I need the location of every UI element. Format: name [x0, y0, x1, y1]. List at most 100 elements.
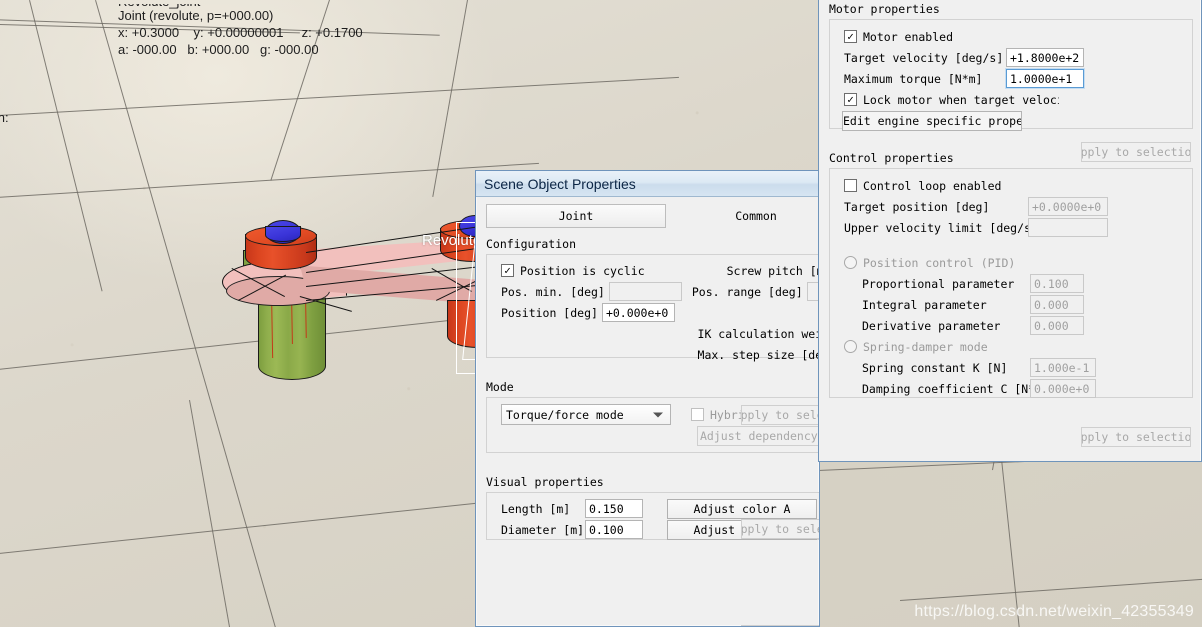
dialog-titlebar[interactable]: Scene Object Properties — [476, 171, 819, 197]
adjust-dependency-button[interactable]: Adjust dependency equation — [697, 425, 819, 446]
maximum-torque-label: Maximum torque [N*m] — [844, 71, 983, 86]
length-input[interactable] — [585, 499, 643, 518]
damping-coefficient-input[interactable] — [1030, 379, 1096, 398]
upper-velocity-limit-label: Upper velocity limit [deg/s] — [844, 220, 1038, 235]
pos-min-input[interactable] — [608, 282, 682, 301]
maximum-torque-input[interactable] — [1006, 69, 1084, 88]
object-label-revolute: Revolute — [422, 232, 482, 249]
row-target-position: Target position [deg] — [844, 196, 1184, 217]
row-spring-damper-radio: Spring-damper mode — [844, 336, 1184, 357]
tab-common[interactable]: Common — [666, 204, 819, 228]
row-proportional: Proportional parameter — [862, 273, 1184, 294]
chevron-down-icon — [653, 412, 663, 417]
target-position-input[interactable] — [1028, 197, 1108, 216]
mode-combo[interactable]: Torque/force mode — [501, 404, 671, 425]
position-is-cyclic-label: Position is cyclic — [520, 263, 645, 278]
position-input[interactable] — [601, 303, 675, 322]
dialog-tab-row[interactable]: Joint Common — [486, 204, 819, 228]
position-is-cyclic-checkbox[interactable]: ✓ — [501, 264, 514, 277]
diameter-input[interactable] — [585, 520, 643, 539]
hud-left-label-1: n: — [0, 48, 9, 68]
row-upper-velocity-limit: Upper velocity limit [deg/s] — [844, 217, 1184, 238]
control-spacer — [838, 238, 1184, 252]
target-position-label: Target position [deg] — [844, 199, 990, 214]
diameter-label: Diameter [m] — [501, 522, 585, 537]
spring-damper-radio[interactable] — [844, 340, 857, 353]
spring-constant-label: Spring constant K [N] — [862, 360, 1008, 375]
row-position: Position [deg] — [501, 302, 819, 323]
derivative-input[interactable] — [1030, 316, 1084, 335]
tab-joint[interactable]: Joint — [486, 204, 666, 228]
row-position-control-radio: Position control (PID) — [844, 252, 1184, 273]
edit-engine-specific-properties-button[interactable]: Edit engine specific properties — [842, 110, 1022, 131]
row-control-loop-enabled: ✓ Control loop enabled — [844, 175, 1184, 196]
mode-combo-value: Torque/force mode — [506, 407, 624, 422]
motor-enabled-label: Motor enabled — [863, 29, 954, 44]
configuration-group-title: Configuration — [486, 237, 577, 251]
lock-motor-checkbox[interactable]: ✓ — [844, 93, 857, 106]
viewport-hud-left: n: tion: — [0, 8, 9, 168]
hud-joint-info: Joint (revolute, p=+000.00) — [118, 8, 274, 23]
hybrid-operation-checkbox[interactable]: ✓ — [691, 408, 704, 421]
length-label: Length [m] — [501, 501, 571, 516]
motor-panel-inner: Motor properties ✓ Motor enabled Target … — [819, 2, 1201, 475]
position-label: Position [deg] — [501, 305, 598, 320]
damping-coefficient-label: Damping coefficient C [N*s] — [862, 381, 1049, 396]
row-ik-weight: IK calculation weigh — [501, 323, 819, 344]
tab-joint-label: Joint — [558, 209, 594, 223]
motor-enabled-checkbox[interactable]: ✓ — [844, 30, 857, 43]
motor-properties-group: ✓ Motor enabled Target velocity [deg/s] … — [829, 19, 1193, 131]
joint-axis-marker-left-body — [265, 226, 301, 242]
row-lock-motor: ✓ Lock motor when target velocity is — [844, 89, 1184, 110]
derivative-label: Derivative parameter — [862, 318, 1001, 333]
adjust-color-a-button[interactable]: Adjust color A — [667, 498, 817, 519]
tab-common-label: Common — [735, 209, 777, 223]
target-velocity-label: Target velocity [deg/s] — [844, 50, 1004, 65]
row-pos-min-range: Pos. min. [deg] Pos. range [deg] — [501, 281, 819, 302]
spring-constant-input[interactable] — [1030, 358, 1096, 377]
row-motor-enabled: ✓ Motor enabled — [844, 26, 1184, 47]
control-loop-enabled-checkbox[interactable]: ✓ — [844, 179, 857, 192]
hud-orientation-abg: a: -000.00 b: +000.00 g: -000.00 — [118, 42, 319, 57]
mode-apply-button[interactable]: Apply to selection — [741, 519, 819, 539]
target-velocity-input[interactable] — [1006, 48, 1084, 67]
proportional-input[interactable] — [1030, 274, 1084, 293]
motor-group-title: Motor properties — [829, 2, 940, 16]
row-integral: Integral parameter — [862, 294, 1184, 315]
configuration-apply-button-visible[interactable]: Apply to selection — [741, 405, 819, 425]
row-edit-engine: Edit engine specific properties — [842, 110, 1184, 131]
position-control-label: Position control (PID) — [863, 255, 1016, 270]
viewport-hud: Revolute_joint Joint (revolute, p=+000.0… — [118, 0, 363, 90]
screw-pitch-label: Screw pitch [m/deg] — [726, 263, 819, 278]
motor-apply-button[interactable]: Apply to selection — [1081, 142, 1191, 162]
lock-motor-label: Lock motor when target velocity is — [863, 92, 1059, 107]
spring-damper-label: Spring-damper mode — [863, 339, 988, 354]
row-target-velocity: Target velocity [deg/s] — [844, 47, 1184, 68]
mode-group-title: Mode — [486, 380, 514, 394]
row-max-step-size: Max. step size [deg] — [501, 344, 819, 365]
position-control-radio[interactable] — [844, 256, 857, 269]
hud-position-xyz: x: +0.3000 y: +0.00000001 z: +0.1700 — [118, 25, 363, 40]
row-length: Length [m] Adjust color A — [501, 498, 819, 519]
row-spring-constant: Spring constant K [N] — [862, 357, 1184, 378]
row-position-cyclic: ✓ Position is cyclic Screw pitch [m/deg] — [501, 260, 819, 281]
joint-dynamic-properties-panel[interactable]: Motor properties ✓ Motor enabled Target … — [818, 0, 1202, 462]
integral-label: Integral parameter — [862, 297, 987, 312]
row-maximum-torque: Maximum torque [N*m] — [844, 68, 1184, 89]
control-properties-group: ✓ Control loop enabled Target position [… — [829, 168, 1193, 398]
pos-min-label: Pos. min. [deg] — [501, 284, 605, 299]
ik-weight-label: IK calculation weigh — [697, 326, 819, 341]
hud-left-label-2: tion: — [0, 110, 9, 125]
app-root: Revolute Revolute_joint Joint (revolute,… — [0, 0, 1202, 627]
row-damping-coefficient: Damping coefficient C [N*s] — [862, 378, 1184, 399]
integral-input[interactable] — [1030, 295, 1084, 314]
upper-velocity-limit-input[interactable] — [1028, 218, 1108, 237]
scene-object-properties-dialog[interactable]: Scene Object Properties Joint Common Con… — [475, 170, 820, 627]
control-loop-enabled-label: Control loop enabled — [863, 178, 1002, 193]
configuration-group: ✓ Position is cyclic Screw pitch [m/deg]… — [486, 254, 819, 362]
proportional-label: Proportional parameter — [862, 276, 1015, 291]
dialog-title: Scene Object Properties — [484, 175, 636, 192]
control-apply-button[interactable]: Apply to selection — [1081, 427, 1191, 447]
max-step-size-label: Max. step size [deg] — [697, 347, 819, 362]
dialog-content-clip: Joint Common Configuration ✓ Position is… — [476, 197, 819, 626]
